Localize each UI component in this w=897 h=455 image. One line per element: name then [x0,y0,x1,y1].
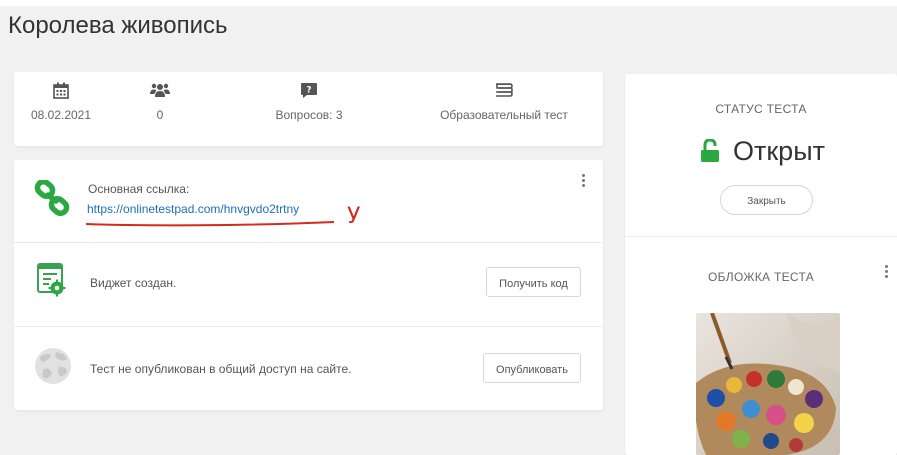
handwritten-annotation: У [347,204,361,229]
stat-questions-value: Вопросов: 3 [275,108,343,122]
publish-row: Тест не опубликован в общий доступ на са… [14,326,603,410]
svg-text:?: ? [306,86,311,96]
question-icon: ? [234,82,384,100]
widget-status-text: Виджет создан. [90,276,177,290]
cover-image[interactable] [696,313,840,455]
widget-row: Виджет создан. Получить код [14,242,603,327]
widget-code-icon [35,262,71,303]
globe-icon [34,347,72,390]
unlock-icon [700,138,720,168]
red-underline-annotation [85,221,335,227]
main-link-row: Основная ссылка: https://onlinetestpad.c… [14,160,603,243]
publish-status-text: Тест не опубликован в общий доступ на са… [90,362,352,376]
publish-button[interactable]: Опубликовать [483,353,581,383]
stat-users-value: 0 [156,108,164,122]
stat-users: 0 [85,82,235,122]
divider [625,236,897,237]
stats-card: 08.02.2021 0 ? Вопросов: 3 Образовательн… [14,72,603,146]
stat-questions: ? Вопросов: 3 [234,82,384,122]
book-icon [418,82,590,100]
close-test-button[interactable]: Закрыть [720,185,813,215]
top-strip [0,0,897,6]
stat-date-value: 08.02.2021 [30,108,92,122]
main-card: Основная ссылка: https://onlinetestpad.c… [14,160,603,410]
status-value: Открыт [733,136,825,166]
users-icon [85,82,235,100]
cover-label: ОБЛОЖКА ТЕСТА [708,270,814,284]
stat-type: Образовательный тест [418,82,590,122]
stat-type-value: Образовательный тест [440,108,568,122]
status-card: СТАТУС ТЕСТА Открыт Закрыть ОБЛОЖКА ТЕСТ… [625,74,897,455]
page-title: Королева живопись [8,12,228,39]
status-label: СТАТУС ТЕСТА [715,102,807,116]
link-menu-icon[interactable] [582,174,586,189]
cover-menu-icon[interactable] [885,265,889,280]
get-code-button[interactable]: Получить код [486,267,581,297]
